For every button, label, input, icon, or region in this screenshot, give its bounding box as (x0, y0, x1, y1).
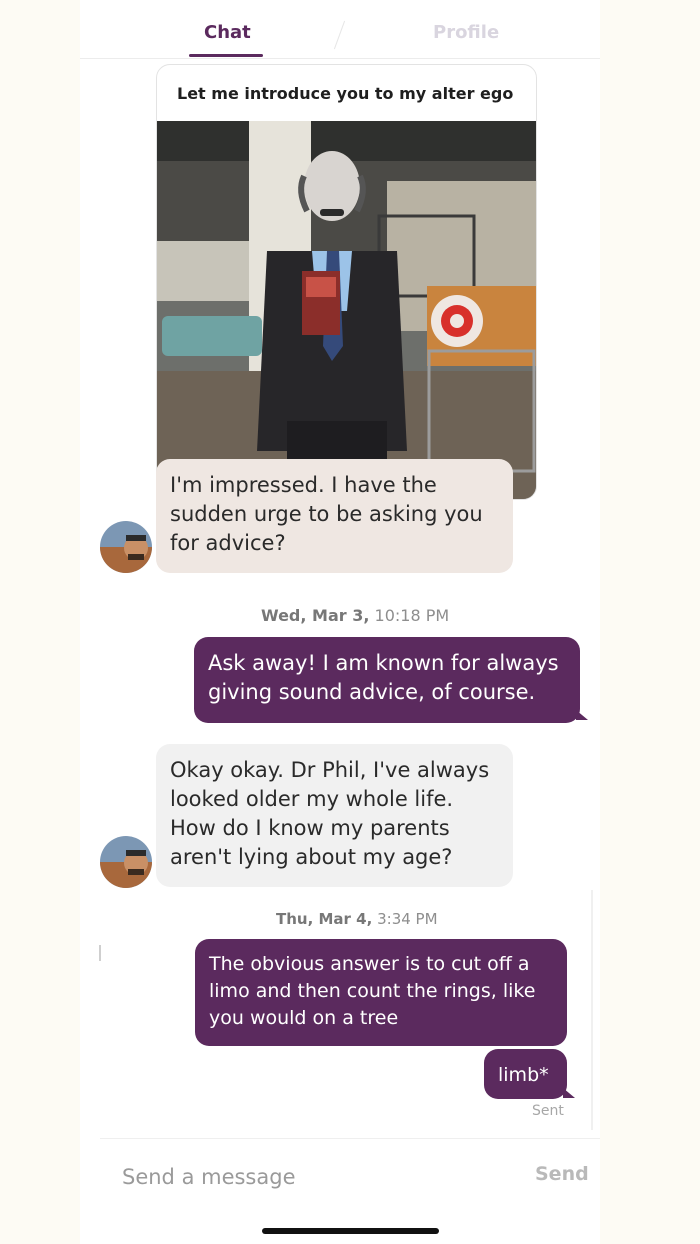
message-composer: Send (100, 1138, 600, 1217)
tab-chat[interactable]: Chat (204, 22, 251, 43)
tab-profile[interactable]: Profile (433, 22, 499, 43)
avatar[interactable] (100, 836, 152, 888)
photo-message[interactable]: Let me introduce you to my alter ego (156, 64, 537, 500)
outgoing-message: Ask away! I am known for always giving s… (194, 637, 580, 723)
bubble-tail (563, 1088, 575, 1098)
send-button[interactable]: Send (535, 1163, 589, 1185)
outgoing-message: The obvious answer is to cut off a limo … (195, 939, 567, 1046)
edge-line (591, 890, 593, 1130)
photo-caption: Let me introduce you to my alter ego (177, 83, 514, 103)
avatar[interactable] (100, 521, 152, 573)
timestamp: Wed, Mar 3, 10:18 PM (261, 606, 450, 625)
outgoing-message: limb* (484, 1049, 567, 1099)
home-indicator[interactable] (262, 1228, 439, 1234)
timestamp: Thu, Mar 4, 3:34 PM (276, 910, 438, 928)
incoming-message: Okay okay. Dr Phil, I've always looked o… (156, 744, 513, 887)
shared-photo[interactable] (157, 121, 536, 499)
incoming-message: I'm impressed. I have the sudden urge to… (156, 459, 513, 573)
bubble-tail (576, 710, 588, 720)
tab-divider (333, 20, 346, 50)
edge-mark (99, 945, 101, 961)
active-tab-indicator (189, 54, 263, 57)
message-input[interactable] (120, 1157, 504, 1197)
tab-bar: Chat Profile (80, 0, 600, 59)
sent-status: Sent (532, 1103, 564, 1119)
